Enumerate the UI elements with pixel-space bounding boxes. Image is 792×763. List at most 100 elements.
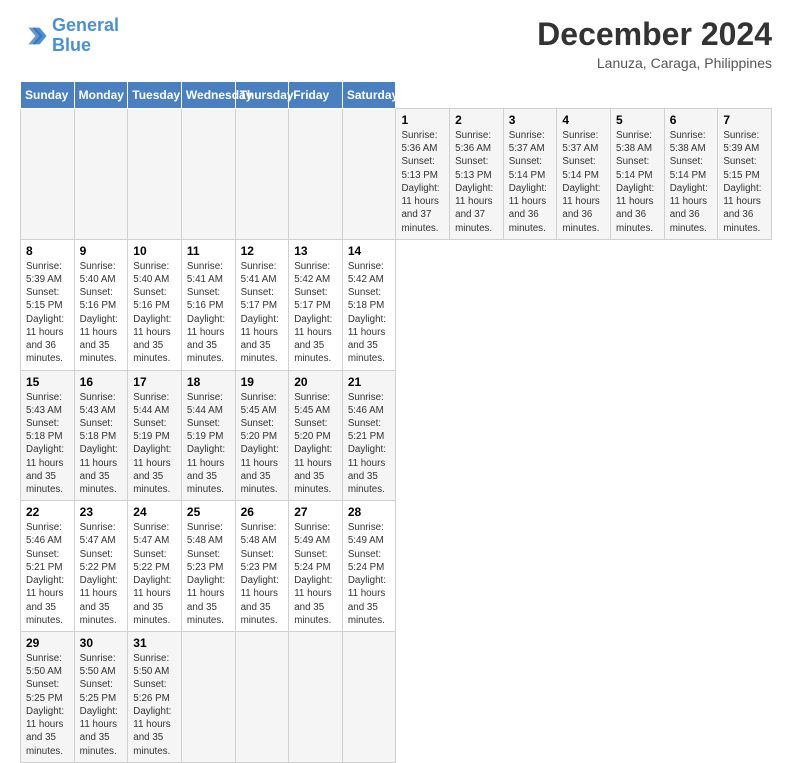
day-info: Sunrise: 5:47 AMSunset: 5:22 PMDaylight:… — [80, 521, 123, 627]
calendar-cell: 31 Sunrise: 5:50 AMSunset: 5:26 PMDayligh… — [128, 632, 182, 763]
day-number: 24 — [133, 505, 176, 519]
logo: General Blue — [20, 16, 119, 56]
day-info: Sunrise: 5:41 AMSunset: 5:17 PMDaylight:… — [241, 260, 284, 366]
day-number: 13 — [294, 244, 337, 258]
day-info: Sunrise: 5:50 AMSunset: 5:25 PMDaylight:… — [26, 652, 69, 758]
calendar-cell — [21, 109, 75, 240]
calendar-cell: 8 Sunrise: 5:39 AMSunset: 5:15 PMDaylight… — [21, 239, 75, 370]
calendar-cell: 3Sunrise: 5:37 AMSunset: 5:14 PMDaylight… — [503, 109, 557, 240]
header-thursday: Thursday — [235, 82, 289, 109]
day-info: Sunrise: 5:43 AMSunset: 5:18 PMDaylight:… — [26, 391, 69, 497]
calendar-cell: 11 Sunrise: 5:41 AMSunset: 5:16 PMDayligh… — [181, 239, 235, 370]
day-number: 20 — [294, 375, 337, 389]
day-number: 17 — [133, 375, 176, 389]
calendar-cell — [181, 109, 235, 240]
calendar-cell: 15 Sunrise: 5:43 AMSunset: 5:18 PMDayligh… — [21, 370, 75, 501]
calendar-cell — [235, 632, 289, 763]
calendar-cell: 6 Sunrise: 5:38 AMSunset: 5:14 PMDaylight… — [664, 109, 718, 240]
day-number: 30 — [80, 636, 123, 650]
day-info: Sunrise: 5:40 AMSunset: 5:16 PMDaylight:… — [133, 260, 176, 366]
header-friday: Friday — [289, 82, 343, 109]
day-number: 31 — [133, 636, 176, 650]
day-number: 27 — [294, 505, 337, 519]
day-number: 8 — [26, 244, 69, 258]
logo-icon — [20, 22, 48, 50]
day-number: 26 — [241, 505, 284, 519]
calendar-week-1: 8 Sunrise: 5:39 AMSunset: 5:15 PMDaylight… — [21, 239, 772, 370]
calendar-cell: 30 Sunrise: 5:50 AMSunset: 5:25 PMDayligh… — [74, 632, 128, 763]
calendar-header: Sunday Monday Tuesday Wednesday Thursday… — [21, 82, 772, 109]
calendar-week-4: 29 Sunrise: 5:50 AMSunset: 5:25 PMDayligh… — [21, 632, 772, 763]
calendar-cell — [289, 109, 343, 240]
header-wednesday: Wednesday — [181, 82, 235, 109]
location: Lanuza, Caraga, Philippines — [537, 55, 772, 71]
calendar-week-0: 1 Sunrise: 5:36 AMSunset: 5:13 PMDaylight… — [21, 109, 772, 240]
calendar-cell — [181, 632, 235, 763]
day-number: 9 — [80, 244, 123, 258]
calendar-cell — [128, 109, 182, 240]
header-sunday: Sunday — [21, 82, 75, 109]
day-number: 2 — [455, 113, 498, 127]
day-number: 11 — [187, 244, 230, 258]
day-number: 10 — [133, 244, 176, 258]
day-number: 25 — [187, 505, 230, 519]
calendar-cell: 29 Sunrise: 5:50 AMSunset: 5:25 PMDayligh… — [21, 632, 75, 763]
calendar-week-2: 15 Sunrise: 5:43 AMSunset: 5:18 PMDayligh… — [21, 370, 772, 501]
day-info: Sunrise: 5:48 AMSunset: 5:23 PMDaylight:… — [241, 521, 284, 627]
calendar-cell: 12 Sunrise: 5:41 AMSunset: 5:17 PMDayligh… — [235, 239, 289, 370]
day-number: 22 — [26, 505, 69, 519]
calendar-cell: 9 Sunrise: 5:40 AMSunset: 5:16 PMDaylight… — [74, 239, 128, 370]
day-info: Sunrise: 5:48 AMSunset: 5:23 PMDaylight:… — [187, 521, 230, 627]
calendar-cell: 1 Sunrise: 5:36 AMSunset: 5:13 PMDaylight… — [396, 109, 450, 240]
title-area: December 2024 Lanuza, Caraga, Philippine… — [537, 16, 772, 71]
day-info: Sunrise: 5:42 AMSunset: 5:17 PMDaylight:… — [294, 260, 337, 366]
logo-text: General Blue — [52, 16, 119, 56]
day-number: 23 — [80, 505, 123, 519]
day-info: Sunrise: 5:43 AMSunset: 5:18 PMDaylight:… — [80, 391, 123, 497]
day-info: Sunrise: 5:49 AMSunset: 5:24 PMDaylight:… — [294, 521, 337, 627]
calendar-body: 1 Sunrise: 5:36 AMSunset: 5:13 PMDaylight… — [21, 109, 772, 763]
calendar-cell — [342, 109, 396, 240]
header: General Blue December 2024 Lanuza, Carag… — [20, 16, 772, 71]
day-info: Sunrise: 5:44 AMSunset: 5:19 PMDaylight:… — [133, 391, 176, 497]
day-info: Sunrise: 5:36 AMSunset: 5:13 PMDaylight:… — [401, 129, 444, 235]
header-monday: Monday — [74, 82, 128, 109]
day-info: Sunrise: 5:38 AMSunset: 5:14 PMDaylight:… — [670, 129, 713, 235]
day-info: Sunrise: 5:50 AMSunset: 5:26 PMDaylight:… — [133, 652, 176, 758]
calendar-cell: 14Sunrise: 5:42 AMSunset: 5:18 PMDayligh… — [342, 239, 396, 370]
day-info: Sunrise: 5:37 AMSunset: 5:14 PMDaylight:… — [562, 129, 605, 235]
day-number: 15 — [26, 375, 69, 389]
calendar-cell: 20Sunrise: 5:45 AMSunset: 5:20 PMDayligh… — [289, 370, 343, 501]
calendar-cell — [342, 632, 396, 763]
calendar-table: Sunday Monday Tuesday Wednesday Thursday… — [20, 81, 772, 763]
day-number: 16 — [80, 375, 123, 389]
day-number: 29 — [26, 636, 69, 650]
calendar-cell: 18Sunrise: 5:44 AMSunset: 5:19 PMDayligh… — [181, 370, 235, 501]
header-saturday: Saturday — [342, 82, 396, 109]
day-info: Sunrise: 5:49 AMSunset: 5:24 PMDaylight:… — [348, 521, 391, 627]
calendar-cell — [74, 109, 128, 240]
calendar-cell: 10 Sunrise: 5:40 AMSunset: 5:16 PMDayligh… — [128, 239, 182, 370]
day-info: Sunrise: 5:44 AMSunset: 5:19 PMDaylight:… — [187, 391, 230, 497]
day-number: 14 — [348, 244, 391, 258]
logo-blue: Blue — [52, 35, 91, 55]
logo-general: General — [52, 15, 119, 35]
calendar-cell — [235, 109, 289, 240]
day-number: 19 — [241, 375, 284, 389]
day-info: Sunrise: 5:39 AMSunset: 5:15 PMDaylight:… — [26, 260, 69, 366]
calendar-cell: 13 Sunrise: 5:42 AMSunset: 5:17 PMDayligh… — [289, 239, 343, 370]
day-number: 12 — [241, 244, 284, 258]
day-number: 5 — [616, 113, 659, 127]
day-number: 1 — [401, 113, 444, 127]
day-info: Sunrise: 5:37 AMSunset: 5:14 PMDaylight:… — [509, 129, 552, 235]
page: General Blue December 2024 Lanuza, Carag… — [0, 0, 792, 612]
day-info: Sunrise: 5:45 AMSunset: 5:20 PMDaylight:… — [241, 391, 284, 497]
day-info: Sunrise: 5:41 AMSunset: 5:16 PMDaylight:… — [187, 260, 230, 366]
day-info: Sunrise: 5:50 AMSunset: 5:25 PMDaylight:… — [80, 652, 123, 758]
header-tuesday: Tuesday — [128, 82, 182, 109]
day-info: Sunrise: 5:39 AMSunset: 5:15 PMDaylight:… — [723, 129, 766, 235]
day-info: Sunrise: 5:36 AMSunset: 5:13 PMDaylight:… — [455, 129, 498, 235]
calendar-cell — [289, 632, 343, 763]
day-number: 6 — [670, 113, 713, 127]
day-info: Sunrise: 5:40 AMSunset: 5:16 PMDaylight:… — [80, 260, 123, 366]
